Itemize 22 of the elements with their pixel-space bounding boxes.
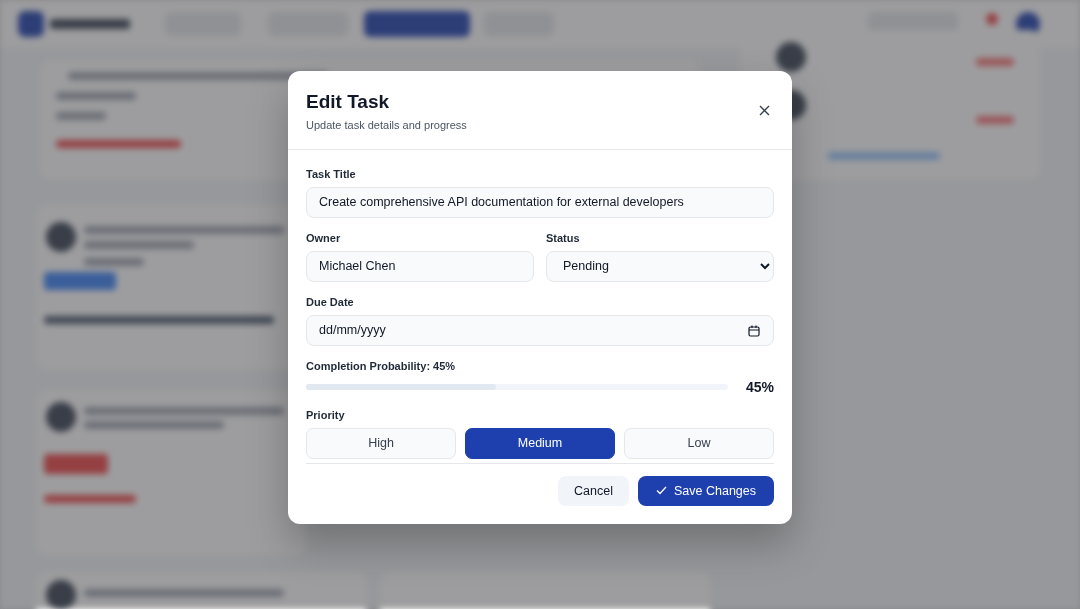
field-label: Due Date — [306, 295, 355, 308]
field-label: Status — [546, 231, 581, 244]
priority-option[interactable]: High — [306, 427, 456, 459]
check-icon — [656, 486, 667, 495]
field-label: Owner — [306, 231, 342, 244]
task-title-field[interactable]: Create comprehensive API documentation for external developers — [306, 186, 774, 218]
field-label: Priority — [306, 408, 346, 421]
due-date-field[interactable]: dd/mm/yyyy — [306, 314, 774, 346]
save-changes-button[interactable]: Save Changes — [638, 475, 774, 506]
probability-value: 45% — [745, 378, 774, 395]
priority-option[interactable]: Medium — [465, 427, 615, 459]
field-label: Task Title — [306, 167, 357, 180]
close-icon — [759, 104, 770, 116]
dialog-subtitle: Update task details and progress — [306, 118, 467, 131]
probability-slider[interactable] — [306, 383, 728, 390]
field-label: Completion Probability: 45% — [306, 359, 457, 372]
dialog-title: Edit Task — [306, 90, 391, 113]
owner-field[interactable]: Michael Chen — [306, 250, 534, 282]
cancel-button[interactable]: Cancel — [558, 475, 629, 506]
priority-option[interactable]: Low — [624, 427, 774, 459]
calendar-icon — [748, 324, 760, 337]
status-dropdown[interactable]: Pending — [546, 250, 774, 282]
